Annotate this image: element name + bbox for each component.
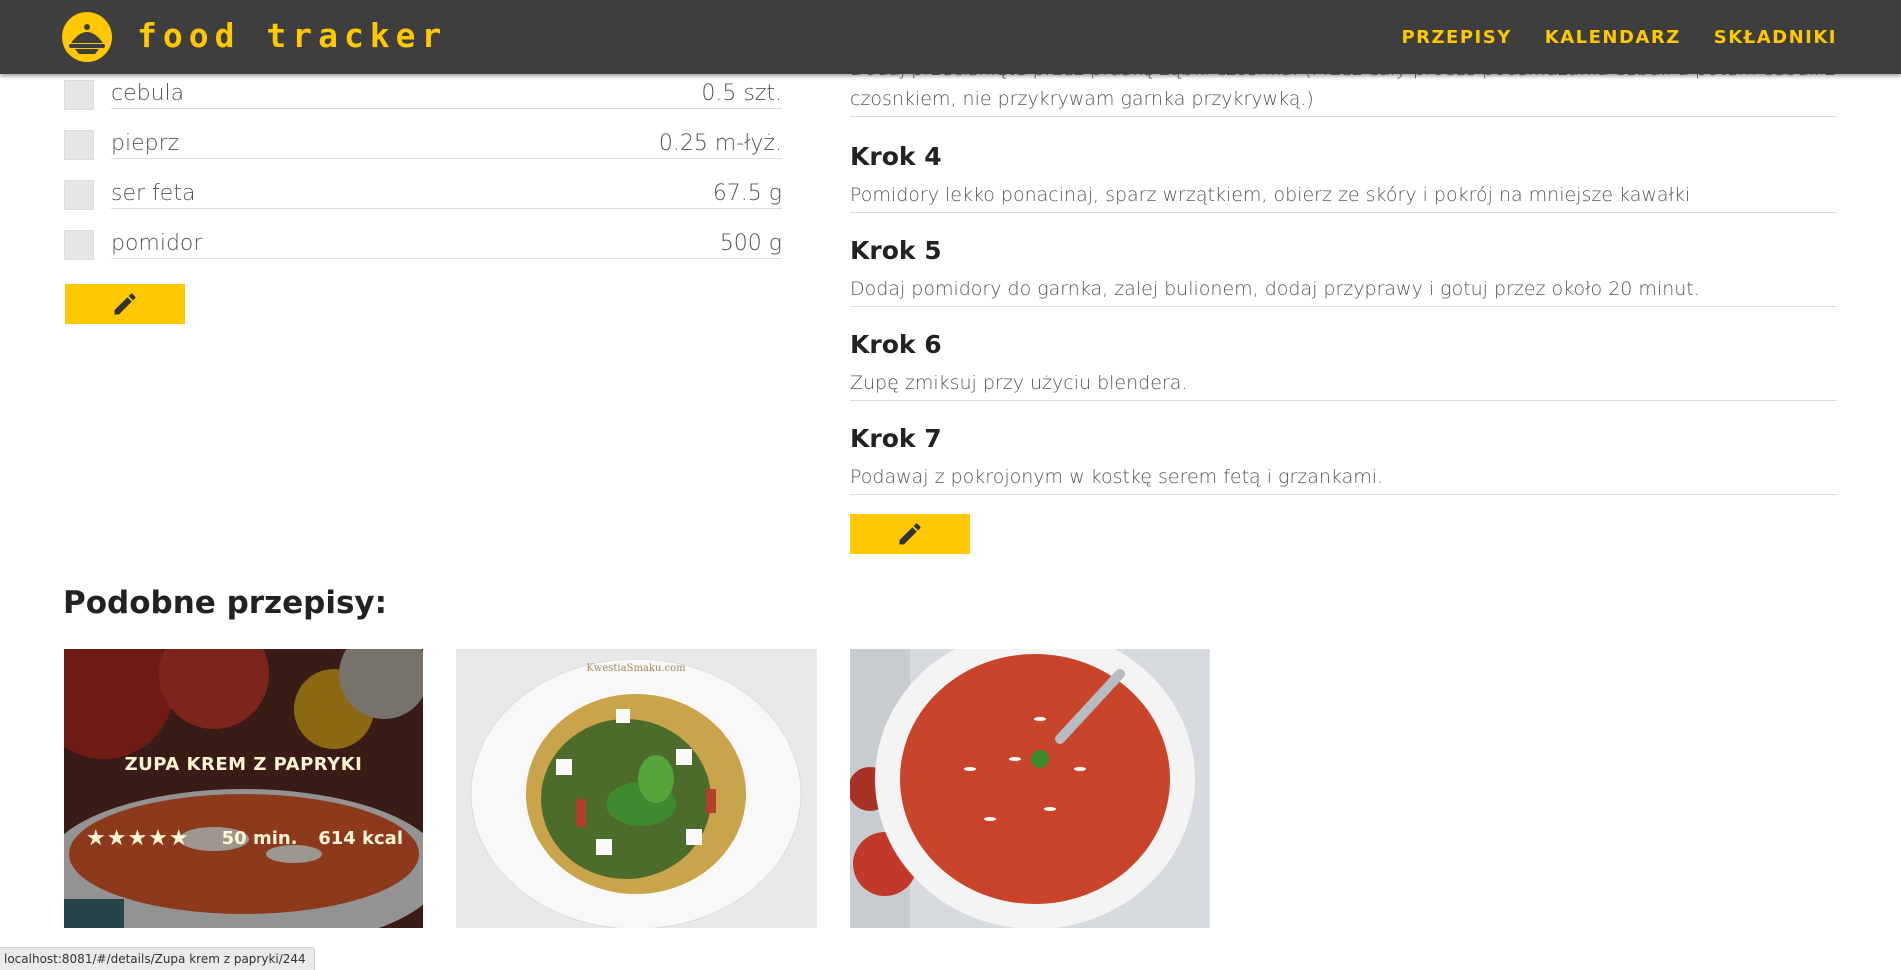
step-title: Krok 7 bbox=[850, 424, 942, 453]
similar-recipe-card[interactable]: ZUPA KREM Z PAPRYKI ★★★★★ 50 min. 614 kc… bbox=[64, 649, 423, 928]
step-text: Pomidory lekko ponacinaj, sparz wrzątkie… bbox=[850, 184, 1691, 206]
card-calories: 614 kcal bbox=[318, 828, 403, 849]
ingredient-name: ser feta bbox=[111, 181, 196, 206]
ingredient-list: cebula 0.5 szt. pieprz 0.25 m-łyż. ser f… bbox=[64, 78, 782, 278]
step: Krok 4 Pomidory lekko ponacinaj, sparz w… bbox=[850, 141, 1837, 213]
divider bbox=[850, 400, 1837, 401]
navbar: food tracker PRZEPISY KALENDARZ SKŁADNIK… bbox=[0, 0, 1901, 74]
recipe-steps: Dodaj przeciśnięte przez praskę ząbki cz… bbox=[850, 54, 1837, 495]
ingredient-quantity: 0.5 szt. bbox=[701, 81, 782, 106]
step-title: Krok 6 bbox=[850, 330, 942, 359]
card-recipe-name: ZUPA KREM Z PAPRYKI bbox=[124, 754, 363, 775]
nav-link-przepisy[interactable]: PRZEPISY bbox=[1401, 27, 1511, 48]
pencil-icon bbox=[899, 523, 921, 545]
main-nav: PRZEPISY KALENDARZ SKŁADNIKI bbox=[1401, 27, 1837, 48]
recipe-photo: KwestiaSmaku.com bbox=[456, 649, 817, 928]
step: Krok 7 Podawaj z pokrojonym w kostkę ser… bbox=[850, 423, 1837, 495]
divider bbox=[850, 116, 1837, 117]
ingredient-checkbox[interactable] bbox=[64, 230, 94, 260]
nav-link-kalendarz[interactable]: KALENDARZ bbox=[1545, 27, 1681, 48]
step: Krok 6 Zupę zmiksuj przy użyciu blendera… bbox=[850, 329, 1837, 401]
edit-steps-button[interactable] bbox=[850, 514, 970, 554]
rating-stars: ★★★★★ bbox=[86, 826, 190, 851]
divider bbox=[111, 258, 782, 259]
ingredient-name: cebula bbox=[111, 81, 185, 106]
divider bbox=[111, 208, 782, 209]
card-prep-time: 50 min. bbox=[221, 828, 298, 849]
step-title: Krok 4 bbox=[850, 142, 942, 171]
card-hover-overlay bbox=[64, 649, 423, 928]
recipe-photo bbox=[850, 649, 1210, 928]
card-meta: ★★★★★ 50 min. 614 kcal bbox=[86, 826, 403, 851]
divider bbox=[111, 158, 782, 159]
ingredient-quantity: 67.5 g bbox=[712, 181, 782, 206]
pencil-icon bbox=[114, 293, 136, 315]
step-text: Zupę zmiksuj przy użyciu blendera. bbox=[850, 372, 1188, 394]
step-text: Podawaj z pokrojonym w kostkę serem fetą… bbox=[850, 466, 1384, 488]
recipe-details-page: cebula 0.5 szt. pieprz 0.25 m-łyż. ser f… bbox=[0, 0, 1901, 969]
divider bbox=[850, 494, 1837, 495]
ingredient-name: pomidor bbox=[111, 231, 203, 256]
divider bbox=[850, 212, 1837, 213]
watermark-text: KwestiaSmaku.com bbox=[586, 663, 686, 674]
status-bar-url: localhost:8081/#/details/Zupa krem z pap… bbox=[0, 947, 315, 970]
similar-recipe-card[interactable] bbox=[850, 649, 1210, 928]
divider bbox=[111, 108, 782, 109]
nav-link-skladniki[interactable]: SKŁADNIKI bbox=[1714, 27, 1837, 48]
step-title: Krok 5 bbox=[850, 236, 942, 265]
ingredient-checkbox[interactable] bbox=[64, 130, 94, 160]
ingredient-name: pieprz bbox=[111, 131, 180, 156]
ingredient-quantity: 0.25 m-łyż. bbox=[658, 131, 782, 156]
cloche-logo-icon[interactable] bbox=[61, 11, 113, 63]
brand-name[interactable]: food tracker bbox=[137, 16, 447, 55]
ingredient-checkbox[interactable] bbox=[64, 80, 94, 110]
divider bbox=[850, 306, 1837, 307]
ingredient-row: pomidor 500 g bbox=[64, 228, 782, 278]
ingredient-row: cebula 0.5 szt. bbox=[64, 78, 782, 128]
step-text: Dodaj pomidory do garnka, zalej bulionem… bbox=[850, 278, 1700, 300]
similar-recipe-card[interactable]: KwestiaSmaku.com bbox=[456, 649, 817, 928]
ingredient-checkbox[interactable] bbox=[64, 180, 94, 210]
edit-ingredients-button[interactable] bbox=[65, 284, 185, 324]
ingredient-row: pieprz 0.25 m-łyż. bbox=[64, 128, 782, 178]
step: Krok 5 Dodaj pomidory do garnka, zalej b… bbox=[850, 235, 1837, 307]
ingredient-quantity: 500 g bbox=[719, 231, 782, 256]
similar-recipes-title: Podobne przepisy: bbox=[63, 585, 388, 621]
ingredient-row: ser feta 67.5 g bbox=[64, 178, 782, 228]
